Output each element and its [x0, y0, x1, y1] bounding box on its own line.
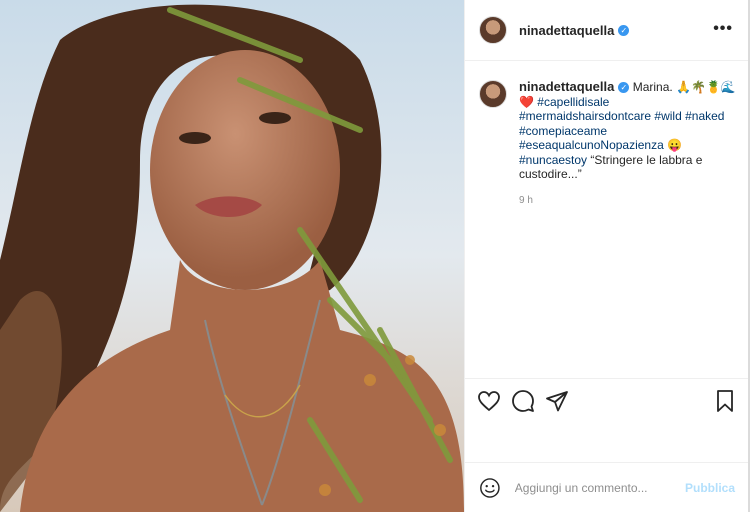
hashtag-link[interactable]: #capellidisale — [537, 95, 609, 109]
hashtag-link[interactable]: #wild — [654, 109, 681, 123]
emoji-icon[interactable] — [479, 477, 501, 499]
avatar[interactable] — [479, 16, 507, 44]
action-bar — [465, 378, 749, 423]
post-details-panel: ninadettaquella ✓ ••• ninadettaquella ✓ M… — [464, 0, 749, 512]
heart-icon[interactable] — [477, 389, 501, 413]
comment-icon[interactable] — [511, 389, 535, 413]
verified-badge-icon: ✓ — [618, 82, 630, 93]
hashtag-link[interactable]: #eseaqualcunoNopazienza — [519, 138, 664, 152]
share-icon[interactable] — [545, 389, 569, 413]
heart-emoji: ❤️ — [519, 94, 534, 109]
caption: ninadettaquella ✓ Marina. 🙏🌴🍍🌊 ❤️ #capell… — [479, 79, 737, 209]
post-username[interactable]: ninadettaquella — [519, 23, 614, 38]
hashtag-link[interactable]: #naked — [685, 109, 724, 123]
post-image[interactable] — [0, 0, 464, 512]
tongue-emoji: 😛 — [667, 138, 683, 152]
bookmark-icon[interactable] — [713, 389, 737, 413]
caption-avatar[interactable] — [479, 80, 507, 108]
post-timestamp[interactable]: 9 h — [519, 194, 737, 209]
caption-emoji: 🙏🌴🍍🌊 — [676, 80, 736, 94]
hashtag-link[interactable]: #comepiaceame — [519, 124, 607, 138]
hashtag-link[interactable]: #mermaidshairsdontcare — [519, 109, 651, 123]
hashtag-link[interactable]: #nuncaestoy — [519, 153, 587, 167]
comment-bar: Pubblica — [465, 462, 749, 513]
more-options-icon[interactable]: ••• — [713, 20, 733, 38]
post-photo-illustration — [0, 0, 464, 512]
comment-input[interactable] — [512, 480, 685, 496]
caption-username[interactable]: ninadettaquella — [519, 79, 614, 94]
publish-button[interactable]: Pubblica — [685, 481, 735, 495]
post-header: ninadettaquella ✓ ••• — [465, 0, 749, 61]
verified-badge-icon: ✓ — [618, 24, 630, 36]
caption-body: ninadettaquella ✓ Marina. 🙏🌴🍍🌊 ❤️ #capell… — [519, 79, 737, 209]
caption-intro: Marina. — [632, 80, 673, 94]
